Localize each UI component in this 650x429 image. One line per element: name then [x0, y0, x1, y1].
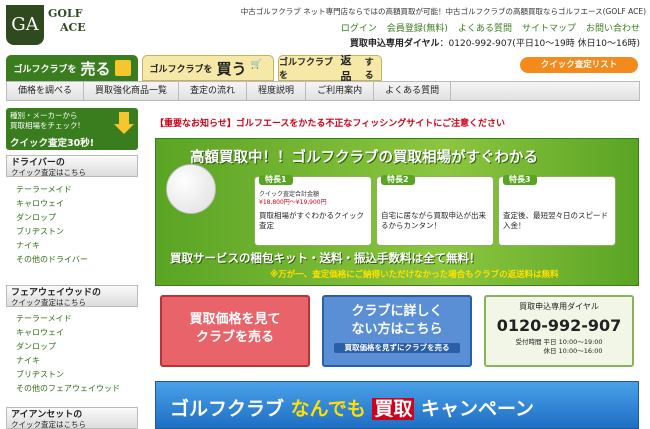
nav-condition[interactable]: 程度説明 — [247, 82, 307, 100]
button-line1: 買取価格を見て — [189, 312, 281, 327]
dial-hours: 受付時間 平日 10:00〜19:00 休日 10:00〜16:00 — [515, 338, 603, 355]
list-item[interactable]: キャロウェイ — [16, 326, 136, 340]
tab-return-big: 返品 — [340, 54, 352, 83]
banner-line1: 種別・メーカーから — [10, 111, 78, 120]
feature-1: 特長1 クイック査定合計金額 ¥18,800円〜¥19,900円 買取相場がすぐ… — [254, 175, 372, 246]
box-icon — [114, 60, 131, 76]
category-sub: クイック査定はこちら — [11, 298, 86, 307]
tab-buy-big: 買う — [216, 59, 247, 78]
hero-return-note: ※万が一、査定価格にご納得いただけなかった場合もクラブの返送料は無料 — [270, 270, 559, 280]
tab-return-suffix: する — [364, 58, 374, 81]
feature-tag: 特長1 — [259, 175, 293, 185]
feature-2: 特長2 自宅に居ながら買取申込が出来るからカンタン！ — [376, 175, 494, 246]
list-item[interactable]: ダンロップ — [16, 211, 136, 225]
feature-text: 自宅に居ながら買取申込が出来るからカンタン！ — [381, 211, 486, 230]
tab-sell-prefix: ゴルフクラブを — [13, 64, 77, 75]
list-item[interactable]: ブリヂストン — [16, 368, 136, 382]
category-fairway[interactable]: フェアウェイウッドの クイック査定はこちら — [6, 285, 138, 307]
list-item[interactable]: テーラーメイド — [16, 183, 136, 197]
category-iron[interactable]: アイアンセットの クイック査定はこちら — [6, 407, 138, 429]
list-item[interactable]: ダンロップ — [16, 340, 136, 354]
sell-without-price-button[interactable]: クラブに詳しく ない方はこちら 買取価格を見ずにクラブを売る — [322, 295, 472, 367]
list-item[interactable]: その他のドライバー — [16, 253, 136, 267]
list-item[interactable]: キャロウェイ — [16, 197, 136, 211]
dial-heading: 買取申込専用ダイヤル — [519, 302, 599, 311]
tab-return[interactable]: ゴルフクラブを 返品 する — [278, 54, 382, 83]
feature-tag: 特長2 — [381, 175, 415, 185]
hero-title: 高額買取中！！ゴルフクラブの買取相場がすぐわかる — [190, 150, 538, 166]
button-sub: 買取価格を見ずにクラブを売る — [334, 343, 460, 353]
header-links: ログイン 会員登録(無料) よくある質問 サイトマップ お問い合わせ — [340, 21, 640, 34]
main-nav: 価格を調べる 買取強化商品一覧 査定の流れ 程度説明 ご利用案内 よくある質問 — [6, 81, 640, 101]
tab-buy-prefix: ゴルフクラブを — [149, 64, 213, 75]
sitemap-link[interactable]: サイトマップ — [522, 21, 576, 34]
banner-big: クイック査定30秒! — [10, 138, 95, 149]
feature-small-label: クイック査定合計金額 — [259, 191, 320, 198]
logo-mark: GA — [6, 5, 44, 45]
nav-price-check[interactable]: 価格を調べる — [7, 82, 85, 100]
tab-buy[interactable]: ゴルフクラブを 買う 🛒 — [142, 55, 274, 81]
button-line2: クラブを売る — [195, 330, 274, 345]
nav-guide[interactable]: ご利用案内 — [306, 82, 375, 100]
feature-text: 買取相場がすぐわかるクイック査定 — [259, 211, 364, 230]
phishing-warning[interactable]: 【重要なお知らせ】ゴルフエースをかたる不正なフィッシングサイトにご注意ください — [155, 116, 505, 129]
category-title: ドライバーの — [11, 158, 65, 168]
nav-faq[interactable]: よくある質問 — [374, 82, 452, 100]
login-link[interactable]: ログイン — [341, 21, 377, 34]
nav-featured[interactable]: 買取強化商品一覧 — [84, 82, 180, 100]
feature-tag: 特長3 — [503, 175, 537, 185]
dial-label: 買取申込専用ダイヤル — [349, 39, 440, 49]
sell-with-price-button[interactable]: 買取価格を見て クラブを売る — [160, 295, 310, 367]
button-line1: クラブに詳しく — [351, 304, 443, 319]
dial-number: 0120-992-907 — [496, 316, 622, 335]
category-sub: クイック査定はこちら — [11, 420, 86, 429]
feature-text: 査定後、最短翌々日のスピード入金！ — [503, 211, 608, 230]
dial-number: ：0120-992-907(平日10〜19時 休日10〜16時) — [439, 39, 640, 49]
contact-link[interactable]: お問い合わせ — [586, 21, 640, 34]
button-line2: ない方はこちら — [351, 322, 443, 337]
phone-dial-box[interactable]: 買取申込専用ダイヤル 0120-992-907 受付時間 平日 10:00〜19… — [484, 295, 634, 367]
list-item[interactable]: ブリヂストン — [16, 225, 136, 239]
fairway-list: テーラーメイド キャロウェイ ダンロップ ナイキ ブリヂストン その他のフェアウ… — [16, 312, 136, 396]
site-tagline: 中古ゴルフクラブ ネット専門店ならではの高額買取が可能！中古ゴルフクラブの高額買… — [240, 7, 646, 16]
category-sub: クイック査定はこちら — [11, 168, 86, 177]
driver-list: テーラーメイド キャロウェイ ダンロップ ブリヂストン ナイキ その他のドライバ… — [16, 183, 136, 267]
faq-link[interactable]: よくある質問 — [458, 21, 512, 34]
header-dial: 買取申込専用ダイヤル：0120-992-907(平日10〜19時 休日10〜16… — [300, 36, 640, 49]
tab-sell[interactable]: ゴルフクラブを 売る — [6, 55, 138, 81]
campaign-title: ゴルフクラブ なんでも 買取 キャンペーン — [170, 398, 535, 420]
list-item[interactable]: テーラーメイド — [16, 312, 136, 326]
quick-appraisal-banner[interactable]: 種別・メーカーから 買取相場をチェック! クイック査定30秒! — [6, 108, 138, 150]
logo-text: GOLF ACE — [48, 7, 86, 34]
tab-sell-big: 売る — [80, 59, 111, 78]
banner-line2: 買取相場をチェック! — [10, 121, 81, 130]
feature-small-price: ¥18,800円〜¥19,900円 — [259, 199, 327, 206]
list-item[interactable]: ナイキ — [16, 239, 136, 253]
nav-flow[interactable]: 査定の流れ — [179, 82, 248, 100]
list-item[interactable]: ナイキ — [16, 354, 136, 368]
register-link[interactable]: 会員登録(無料) — [387, 21, 448, 34]
list-item[interactable]: その他のフェアウェイウッド — [16, 382, 136, 396]
category-driver[interactable]: ドライバーの クイック査定はこちら — [6, 155, 138, 177]
cart-icon: 🛒 — [250, 60, 262, 70]
golf-ball-image — [166, 164, 216, 214]
hero-free-note: 買取サービスの梱包キット・送料・振込手数料は全て無料！ — [170, 251, 481, 265]
category-title: アイアンセットの — [11, 410, 83, 420]
feature-3: 特長3 査定後、最短翌々日のスピード入金！ — [498, 175, 616, 246]
site-logo[interactable]: GA GOLF ACE — [6, 5, 116, 47]
category-title: フェアウェイウッドの — [11, 288, 102, 298]
tab-return-prefix: ゴルフクラブを — [279, 58, 334, 81]
quick-list-button[interactable]: クイック査定リスト — [520, 57, 638, 73]
